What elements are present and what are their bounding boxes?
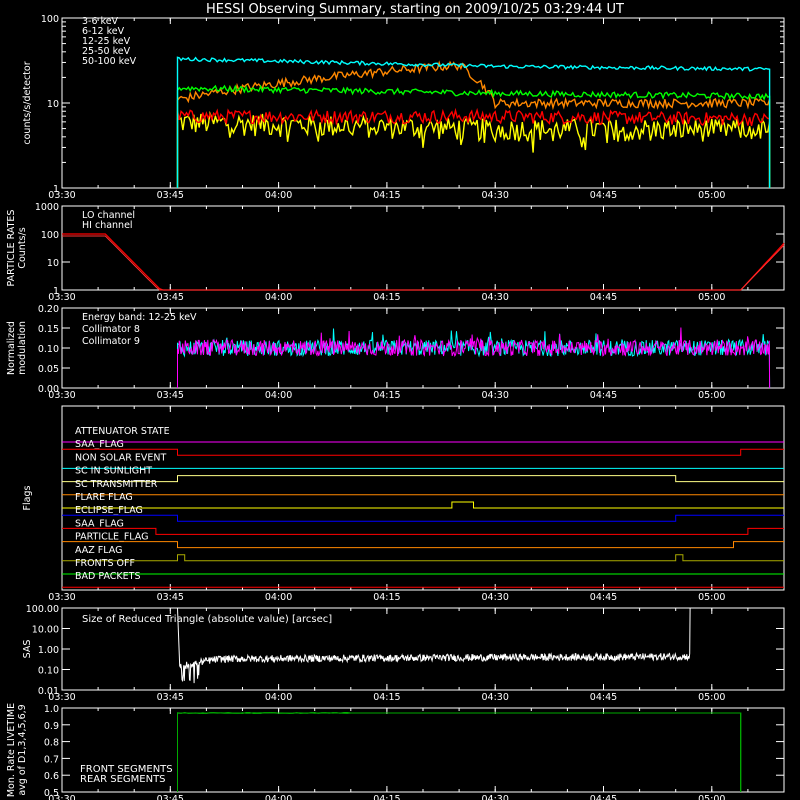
flag-label: NON SOLAR EVENT (75, 452, 166, 463)
flag-label: AAZ FLAG (75, 545, 122, 556)
y-tick-label: 0.8 (44, 738, 59, 749)
y-tick-label: 100 (41, 14, 59, 25)
legend-entry: Collimator 9 (82, 336, 140, 347)
x-tick-label: 04:30 (482, 292, 509, 303)
flag-label: SC TRANSMITTER (75, 479, 158, 490)
observing-summary-chart: HESSI Observing Summary, starting on 200… (0, 0, 800, 800)
x-tick-label: 04:00 (265, 592, 292, 603)
y-tick-label: 10 (47, 258, 59, 269)
y-tick-label: 0.10 (38, 344, 59, 355)
y-axis-label: modulation (17, 321, 28, 375)
y-tick-label: 1.0 (44, 704, 59, 715)
y-tick-label: 0.10 (38, 666, 59, 677)
x-tick-label: 03:45 (157, 292, 184, 303)
y-tick-label: 10 (47, 99, 59, 110)
y-tick-label: 10.00 (32, 625, 59, 636)
chart-title: HESSI Observing Summary, starting on 200… (206, 2, 624, 17)
x-tick-label: 05:00 (698, 390, 725, 401)
y-tick-label: 0.20 (38, 304, 59, 315)
x-tick-label: 03:45 (157, 692, 184, 703)
x-tick-label: 04:30 (482, 592, 509, 603)
flag-label: BAD PACKETS (75, 571, 141, 582)
x-tick-label: 04:45 (590, 190, 617, 201)
legend-entry: 6-12 keV (82, 26, 125, 37)
x-tick-label: 04:30 (482, 190, 509, 201)
legend-entry: HI channel (82, 220, 133, 231)
y-tick-label: 1000 (35, 202, 59, 213)
x-tick-label: 04:45 (590, 390, 617, 401)
x-tick-label: 03:45 (157, 190, 184, 201)
x-tick-label: 04:15 (373, 794, 400, 800)
y-tick-label: 1.00 (38, 645, 59, 656)
x-tick-label: 05:00 (698, 292, 725, 303)
flag-label: ECLIPSE_FLAG (75, 505, 143, 516)
x-tick-label: 04:45 (590, 592, 617, 603)
y-axis-label: SAS (22, 640, 33, 659)
flag-label: PARTICLE_FLAG (75, 532, 148, 543)
flag-label: SC IN SUNLIGHT (75, 466, 152, 477)
x-tick-label: 03:30 (48, 592, 75, 603)
x-tick-label: 04:00 (265, 292, 292, 303)
x-tick-label: 04:30 (482, 794, 509, 800)
x-tick-label: 04:00 (265, 794, 292, 800)
y-axis-label: Mon. Rate LIVETIME (6, 703, 17, 797)
x-tick-label: 04:30 (482, 390, 509, 401)
x-tick-label: 05:00 (698, 190, 725, 201)
y-tick-label: 100 (41, 230, 59, 241)
y-axis-label: PARTICLE RATES (6, 210, 17, 287)
y-axis-label: counts/s/detector (22, 61, 33, 144)
x-tick-label: 05:00 (698, 794, 725, 800)
flag-label: FRONTS OFF (75, 558, 135, 569)
x-tick-label: 04:00 (265, 190, 292, 201)
legend-entry: Collimator 8 (82, 324, 140, 335)
y-tick-label: 0.7 (44, 754, 59, 765)
sas-note: Size of Reduced Triangle (absolute value… (82, 614, 332, 625)
y-tick-label: 0.05 (38, 364, 59, 375)
legend-entry: REAR SEGMENTS (80, 774, 166, 785)
x-tick-label: 04:30 (482, 692, 509, 703)
flag-label: ATTENUATOR STATE (75, 426, 170, 437)
x-tick-label: 04:45 (590, 292, 617, 303)
x-tick-label: 04:00 (265, 692, 292, 703)
x-tick-label: 05:00 (698, 692, 725, 703)
x-tick-label: 05:00 (698, 592, 725, 603)
x-tick-label: 04:15 (373, 692, 400, 703)
y-tick-label: 0.15 (38, 324, 59, 335)
flag-label: SAA_FLAG (75, 439, 124, 450)
x-tick-label: 04:15 (373, 592, 400, 603)
y-tick-label: 0.5 (44, 788, 59, 799)
y-tick-label: 0.00 (38, 384, 59, 395)
y-tick-label: 0.9 (44, 721, 59, 732)
x-tick-label: 04:15 (373, 390, 400, 401)
y-axis-label: avg of D1,3,4,5,6,9 (17, 704, 28, 795)
y-tick-label: 100.00 (26, 604, 59, 615)
x-tick-label: 04:15 (373, 190, 400, 201)
y-tick-label: 1 (53, 184, 59, 195)
x-tick-label: 04:15 (373, 292, 400, 303)
y-tick-label: 0.01 (38, 686, 59, 697)
x-tick-label: 03:45 (157, 592, 184, 603)
y-axis-label: Normalized (6, 321, 17, 375)
y-axis-label: Flags (22, 485, 33, 510)
legend-entry: 50-100 keV (82, 56, 137, 67)
y-axis-label: Counts/s (17, 227, 28, 268)
x-tick-label: 04:45 (590, 692, 617, 703)
x-tick-label: 04:45 (590, 794, 617, 800)
flag-label: SAA_FLAG (75, 518, 124, 529)
x-tick-label: 03:45 (157, 794, 184, 800)
energy-band-note: Energy band: 12-25 keV (82, 312, 197, 323)
x-tick-label: 03:45 (157, 390, 184, 401)
flag-label: FLARE FLAG (75, 492, 133, 503)
x-tick-label: 04:00 (265, 390, 292, 401)
y-tick-label: 0.6 (44, 771, 59, 782)
y-tick-label: 1 (53, 286, 59, 297)
